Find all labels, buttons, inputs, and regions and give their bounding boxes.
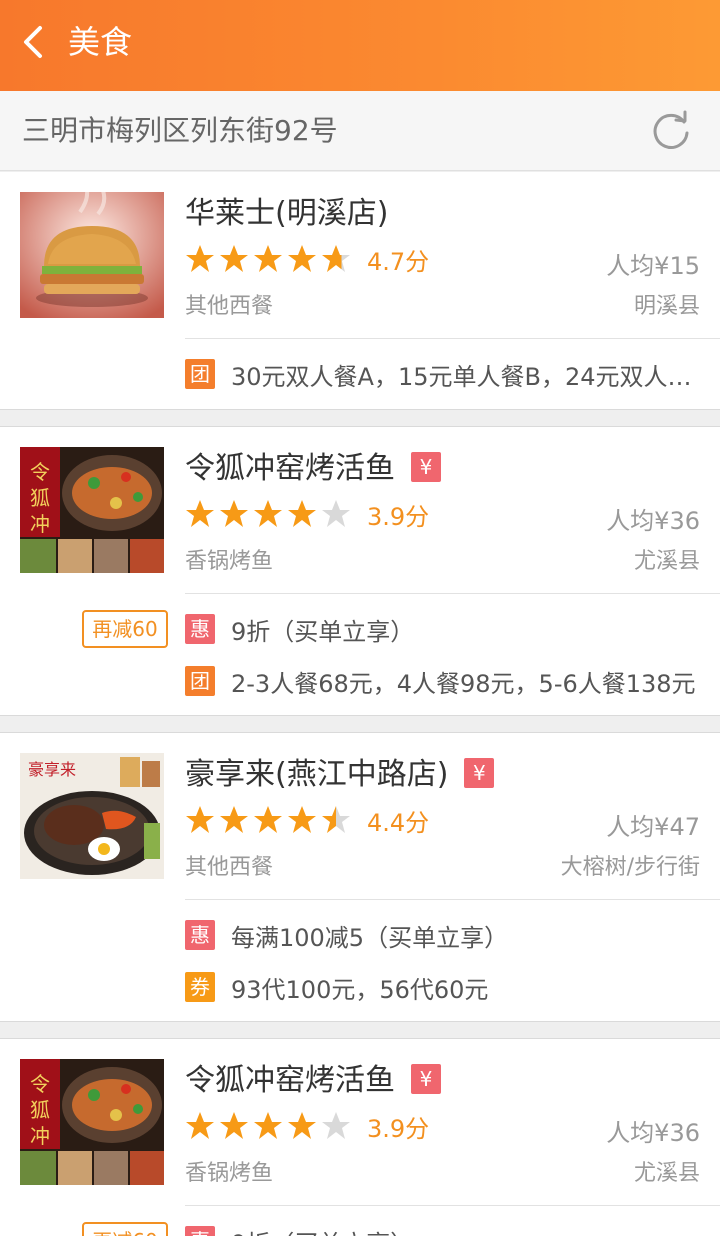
restaurant-card[interactable]: 华莱士(明溪店) 4.7分 人均¥15 其他西餐 明溪县团 30元双人餐A，15元单人餐B… xyxy=(0,172,720,410)
star-icon xyxy=(322,245,350,272)
divider xyxy=(185,593,720,594)
svg-text:狐: 狐 xyxy=(30,486,50,510)
discount-badge: 再减60 xyxy=(82,1222,168,1236)
average-price: 人均¥36 xyxy=(606,507,700,535)
online-pay-badge: ¥ xyxy=(411,1064,441,1094)
cuisine-category: 其他西餐 xyxy=(185,294,274,319)
restaurant-thumbnail: 豪享来 xyxy=(20,753,164,879)
promo-row: 团 2-3人餐68元，4人餐98元，5-6人餐138元 xyxy=(185,661,700,701)
promo-tag-quan: 券 xyxy=(185,972,215,1002)
restaurant-name: 豪享来(燕江中路店) ¥ xyxy=(185,755,495,795)
promo-text: 93代100元，56代60元 xyxy=(231,975,489,1004)
promo-row: 券 93代100元，56代60元 xyxy=(185,967,700,1007)
average-price: 人均¥47 xyxy=(606,813,700,841)
star-icon xyxy=(322,806,350,833)
divider xyxy=(185,899,720,900)
svg-text:豪享来: 豪享来 xyxy=(28,760,76,779)
location-bar: 三明市梅列区列东街92号 xyxy=(0,91,720,171)
district-label: 尤溪县 xyxy=(633,1161,700,1186)
district-label: 尤溪县 xyxy=(633,549,700,574)
star-icon xyxy=(220,245,248,272)
star-icon xyxy=(288,245,316,272)
promo-tag-tuan: 团 xyxy=(185,359,215,389)
chevron-left-icon xyxy=(24,26,42,58)
star-icon xyxy=(220,806,248,833)
rating-stars: 4.4分 xyxy=(185,803,429,837)
promo-tag-tuan: 团 xyxy=(185,666,215,696)
star-icon xyxy=(186,245,214,272)
page-title: 美食 xyxy=(68,23,133,61)
rating-score: 4.4分 xyxy=(367,808,430,837)
average-price: 人均¥36 xyxy=(606,1119,700,1147)
cuisine-category: 香锅烤鱼 xyxy=(185,549,274,574)
promo-text: 9折（买单立享） xyxy=(231,1224,414,1236)
restaurant-card[interactable]: 令狐冲令狐冲窑烤活鱼 ¥3.9分 人均¥36 香锅烤鱼 尤溪县惠 9折（买单立享）团 2-3… xyxy=(0,426,720,716)
restaurant-name: 令狐冲窑烤活鱼 ¥ xyxy=(185,1061,441,1101)
promo-tag-hui: 惠 xyxy=(185,614,215,644)
star-icon xyxy=(288,806,316,833)
restaurant-list: 华莱士(明溪店) 4.7分 人均¥15 其他西餐 明溪县团 30元双人餐A，15元单人餐B… xyxy=(0,172,720,1236)
promo-text: 30元双人餐A，15元单人餐B，24元双人餐C xyxy=(231,362,700,391)
promo-row: 惠每满100减5（买单立享） xyxy=(185,915,700,955)
star-icon xyxy=(322,1112,350,1139)
average-price: 人均¥15 xyxy=(606,252,700,280)
promo-text: 9折（买单立享） xyxy=(231,617,415,646)
rating-score: 3.9分 xyxy=(367,502,430,531)
district-label: 大榕树/步行街 xyxy=(560,855,700,880)
star-icon xyxy=(254,500,282,527)
online-pay-badge: ¥ xyxy=(411,452,441,482)
svg-text:令: 令 xyxy=(30,460,50,484)
star-icon xyxy=(254,806,282,833)
rating-stars: 4.7分 xyxy=(185,242,429,276)
star-icon xyxy=(186,1112,214,1139)
promo-tag-hui: 惠 xyxy=(185,920,215,950)
svg-text:令: 令 xyxy=(30,1072,50,1096)
online-pay-badge: ¥ xyxy=(464,758,495,788)
star-icon xyxy=(254,1112,282,1139)
promo-tag-hui: 惠 xyxy=(185,1226,215,1236)
restaurant-thumbnail xyxy=(20,192,164,318)
restaurant-name: 华莱士(明溪店) xyxy=(185,196,389,231)
top-bar: 美食 xyxy=(0,0,720,91)
rating-stars: 3.9分 xyxy=(185,1109,429,1143)
discount-badge: 再减60 xyxy=(82,610,168,648)
star-icon xyxy=(186,806,214,833)
promo-row: 惠 9折（买单立享） xyxy=(185,1221,700,1236)
restaurant-thumbnail: 令狐冲 xyxy=(20,447,164,573)
star-icon xyxy=(220,1112,248,1139)
svg-text:冲: 冲 xyxy=(30,512,50,536)
restaurant-name: 令狐冲窑烤活鱼 ¥ xyxy=(185,449,441,489)
divider xyxy=(185,338,720,339)
back-button[interactable] xyxy=(14,20,54,64)
refresh-button[interactable] xyxy=(646,106,696,156)
promo-text: 2-3人餐68元，4人餐98元，5-6人餐138元 xyxy=(231,669,696,698)
cuisine-category: 其他西餐 xyxy=(185,855,274,880)
current-address: 三明市梅列区列东街92号 xyxy=(22,114,338,147)
promo-row: 惠 9折（买单立享） xyxy=(185,609,700,649)
star-icon xyxy=(288,1112,316,1139)
divider xyxy=(185,1205,720,1206)
restaurant-thumbnail: 令狐冲 xyxy=(20,1059,164,1185)
promo-text: 每满100减5（买单立享） xyxy=(231,923,509,952)
star-icon xyxy=(322,500,350,527)
star-icon xyxy=(220,500,248,527)
rating-score: 4.7分 xyxy=(367,247,430,276)
star-icon xyxy=(288,500,316,527)
restaurant-card[interactable]: 令狐冲令狐冲窑烤活鱼¥3.9分人均¥36香锅烤鱼尤溪县惠9折（买单立享）再减60 xyxy=(0,1038,720,1236)
refresh-icon xyxy=(653,110,689,149)
star-icon xyxy=(254,245,282,272)
star-icon xyxy=(186,500,214,527)
svg-text:冲: 冲 xyxy=(30,1124,50,1148)
district-label: 明溪县 xyxy=(633,294,700,319)
svg-text:狐: 狐 xyxy=(30,1098,50,1122)
cuisine-category: 香锅烤鱼 xyxy=(185,1161,274,1186)
promo-row: 团 30元双人餐A，15元单人餐B，24元双人餐C xyxy=(185,354,700,394)
rating-score: 3.9分 xyxy=(367,1114,430,1143)
rating-stars: 3.9分 xyxy=(185,497,429,531)
restaurant-card[interactable]: 豪享来 豪享来(燕江中路店) ¥ 4.4分 人均¥47 其他西餐 大榕树/步行街惠每满100… xyxy=(0,732,720,1022)
